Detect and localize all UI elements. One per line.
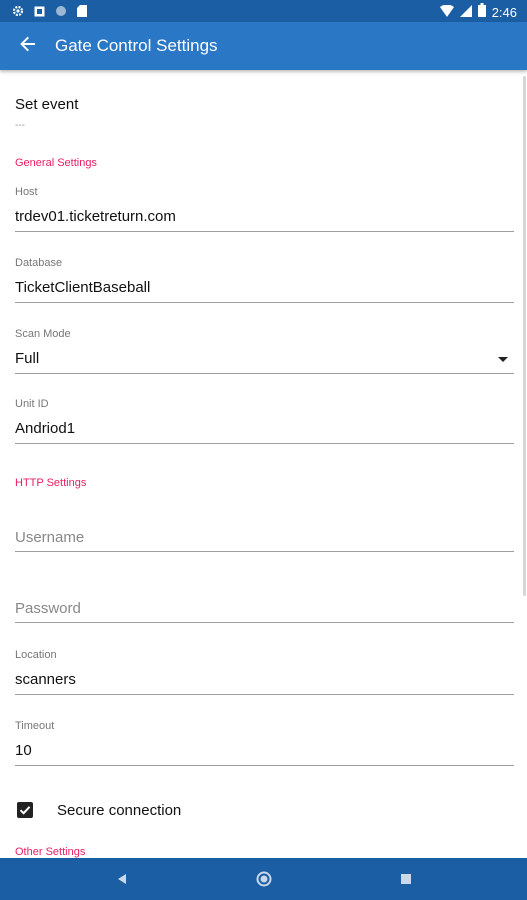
wifi-icon (439, 4, 454, 22)
checkmark-icon (19, 806, 31, 815)
arrow-back-icon (20, 36, 36, 57)
database-field[interactable]: Database TicketClientBaseball (15, 257, 514, 303)
scan-mode-underline (15, 373, 514, 374)
database-input[interactable]: TicketClientBaseball (15, 279, 514, 296)
dropdown-arrow-icon[interactable] (498, 357, 508, 362)
set-event-label: Set event (15, 96, 79, 113)
timeout-underline (15, 765, 514, 766)
cell-signal-icon (459, 4, 472, 22)
section-header-other: Other Settings (15, 846, 86, 858)
notification-icon (34, 4, 45, 22)
timeout-label: Timeout (15, 720, 55, 732)
secure-connection-checkbox[interactable] (17, 802, 33, 818)
nav-back-button[interactable] (110, 867, 134, 891)
status-time: 2:46 (491, 5, 517, 20)
app-bar: Gate Control Settings (0, 22, 527, 70)
scan-mode-field[interactable]: Scan Mode Full (15, 328, 514, 374)
circle-icon (55, 4, 67, 22)
back-button[interactable] (10, 28, 46, 64)
database-label: Database (15, 257, 63, 269)
location-input[interactable]: scanners (15, 671, 514, 688)
secure-connection-label: Secure connection (57, 802, 182, 819)
home-circle-icon (256, 871, 272, 887)
username-underline (15, 551, 514, 552)
navigation-bar (0, 858, 527, 900)
host-underline (15, 231, 514, 232)
location-underline (15, 694, 514, 695)
password-field[interactable]: Password (15, 600, 514, 623)
location-label: Location (15, 649, 57, 661)
unit-id-label: Unit ID (15, 398, 49, 410)
password-underline (15, 622, 514, 623)
host-input[interactable]: trdev01.ticketreturn.com (15, 208, 514, 225)
sd-card-icon (77, 4, 87, 22)
page-title: Gate Control Settings (55, 36, 218, 55)
battery-icon (477, 3, 486, 22)
username-field[interactable]: Username (15, 529, 514, 552)
database-underline (15, 302, 514, 303)
host-field[interactable]: Host trdev01.ticketreturn.com (15, 186, 514, 232)
settings-list[interactable]: Set event --- General Settings Host trde… (0, 70, 527, 858)
unit-id-field[interactable]: Unit ID Andriod1 (15, 398, 514, 444)
recents-square-icon (401, 874, 411, 884)
host-label: Host (15, 186, 38, 198)
unit-id-input[interactable]: Andriod1 (15, 420, 514, 437)
nav-recents-button[interactable] (394, 867, 418, 891)
nav-home-button[interactable] (252, 867, 276, 891)
secure-connection-row[interactable]: Secure connection (15, 800, 514, 822)
section-header-general: General Settings (15, 157, 97, 169)
location-field[interactable]: Location scanners (15, 649, 514, 695)
password-input[interactable]: Password (15, 600, 514, 617)
status-bar: 2:46 (0, 0, 527, 22)
unit-id-underline (15, 443, 514, 444)
back-triangle-icon (118, 874, 126, 884)
scrollbar[interactable] (523, 76, 526, 596)
username-input[interactable]: Username (15, 529, 514, 546)
set-event-value: --- (15, 120, 25, 131)
scan-mode-label: Scan Mode (15, 328, 71, 340)
timeout-field[interactable]: Timeout 10 (15, 720, 514, 766)
timeout-input[interactable]: 10 (15, 742, 514, 759)
scan-mode-select[interactable]: Full (15, 350, 514, 367)
settings-icon (12, 4, 24, 22)
section-header-http: HTTP Settings (15, 477, 87, 489)
